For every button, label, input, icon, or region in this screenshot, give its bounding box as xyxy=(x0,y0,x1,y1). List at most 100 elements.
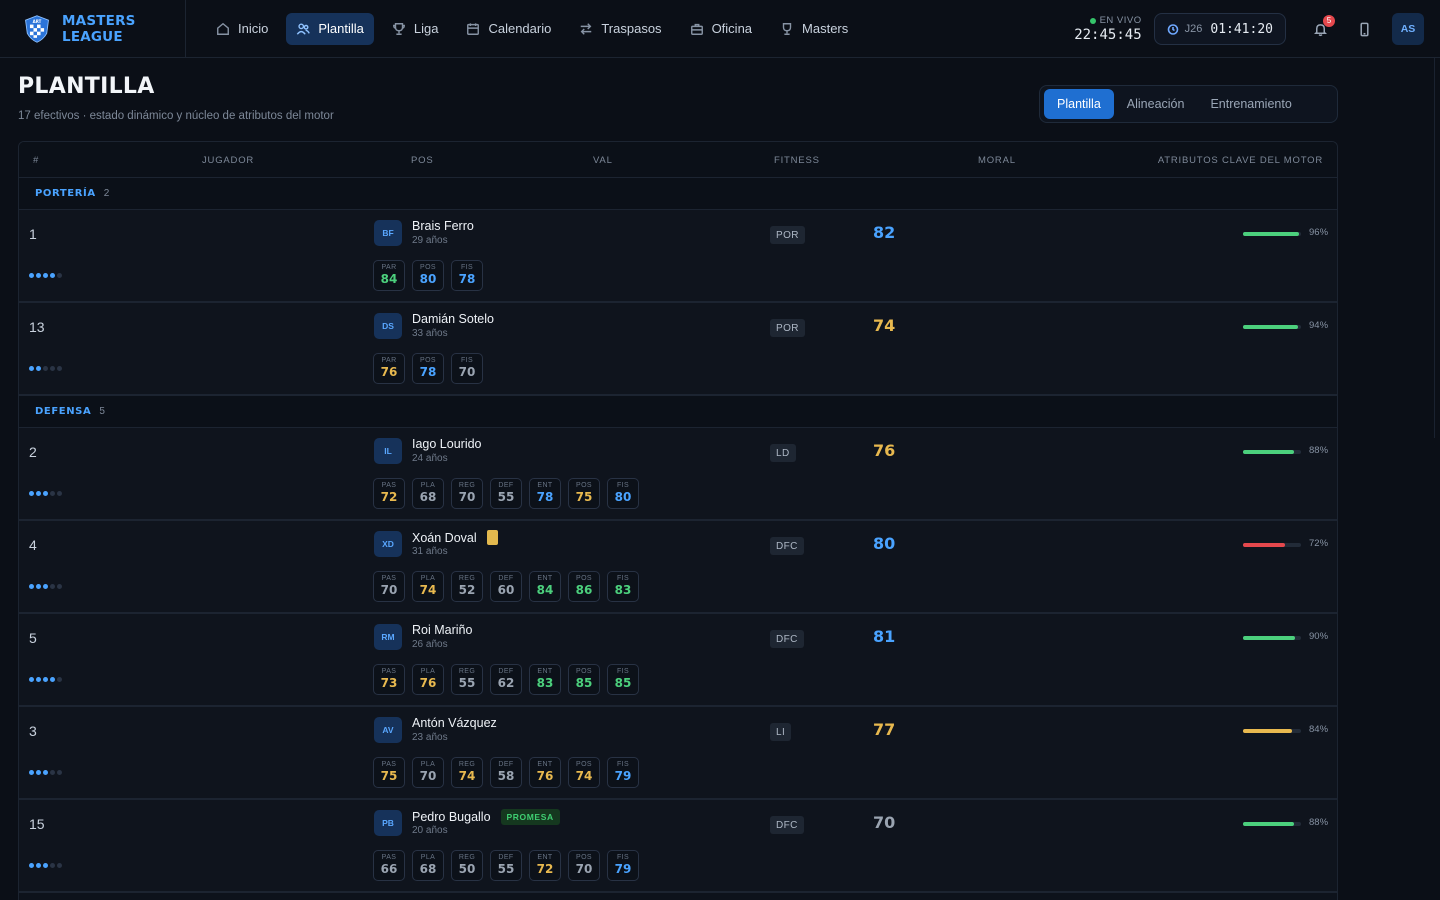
user-avatar[interactable]: AS xyxy=(1392,13,1424,45)
brand[interactable]: ART MASTERS LEAGUE xyxy=(0,0,186,58)
tab-entrenamiento[interactable]: Entrenamiento xyxy=(1197,89,1304,119)
nav-item-traspasos[interactable]: Traspasos xyxy=(569,13,671,45)
form-dot-icon xyxy=(43,770,48,775)
fitness-bar xyxy=(1243,729,1301,733)
attribute-value: 75 xyxy=(575,490,593,504)
nav-item-plantilla[interactable]: Plantilla xyxy=(286,12,374,45)
form-dot-icon xyxy=(57,677,62,682)
attribute-chip: POS 70 xyxy=(568,850,600,881)
nav-item-inicio[interactable]: Inicio xyxy=(206,13,278,45)
tab-alineacion[interactable]: Alineación xyxy=(1114,89,1198,119)
nav-item-liga[interactable]: Liga xyxy=(382,13,449,45)
col-header-fitness[interactable]: FITNESS xyxy=(774,155,820,166)
form-dot-icon xyxy=(29,770,34,775)
col-header-player[interactable]: JUGADOR xyxy=(202,155,254,166)
view-tabs: Plantilla Alineación Entrenamiento xyxy=(1039,85,1338,123)
player-name[interactable]: Brais Ferro xyxy=(412,219,474,233)
fitness-percent: 88% xyxy=(1309,445,1329,456)
position-badge: DFC xyxy=(770,630,804,648)
attribute-chips: PAR 76 POS 78 FIS 70 xyxy=(373,353,490,384)
attribute-value: 78 xyxy=(458,272,476,286)
player-name-text: Damián Sotelo xyxy=(412,312,494,326)
table-row[interactable]: 4 XD Xoán Doval 31 años PAS 70 PLA 74 REG 52 DEF 60… xyxy=(19,521,1337,614)
fitness-bar xyxy=(1243,636,1301,640)
attribute-value: 70 xyxy=(458,365,476,379)
fitness-percent: 72% xyxy=(1309,538,1329,549)
table-row[interactable]: 3 AV Antón Vázquez 23 años PAS 75 PLA 70 REG 74 DE… xyxy=(19,707,1337,800)
attribute-value: 85 xyxy=(614,676,632,690)
player-name-text: Xoán Doval xyxy=(412,530,477,545)
nav-item-masters[interactable]: Masters xyxy=(770,13,858,45)
table-row[interactable]: 15 PB Pedro Bugallo PROMESA 20 años PAS 66 PLA 6… xyxy=(19,800,1337,893)
position-badge: POR xyxy=(770,226,805,244)
player-name[interactable]: Xoán Doval xyxy=(412,530,498,545)
attribute-value: 72 xyxy=(536,862,554,876)
col-header-num[interactable]: # xyxy=(33,155,39,166)
player-name[interactable]: Iago Lourido xyxy=(412,437,482,451)
attribute-value: 78 xyxy=(536,490,554,504)
attribute-key: PAS xyxy=(381,854,397,861)
player-number: 15 xyxy=(29,816,45,832)
player-value: 70 xyxy=(873,813,896,832)
top-right-controls: EN VIVO 22:45:45 J26 01:41:20 5 AS xyxy=(1074,0,1440,58)
attribute-key: REG xyxy=(458,482,476,489)
live-clock: EN VIVO 22:45:45 xyxy=(1074,15,1141,43)
position-badge: LD xyxy=(770,444,796,462)
player-age: 23 años xyxy=(412,732,448,743)
attribute-chip: REG 70 xyxy=(451,478,483,509)
mobile-view-button[interactable] xyxy=(1348,13,1380,45)
attribute-key: REG xyxy=(458,761,476,768)
attribute-value: 70 xyxy=(575,862,593,876)
scrollbar-track[interactable] xyxy=(1434,58,1435,438)
attribute-key: ENT xyxy=(537,668,553,675)
attribute-value: 70 xyxy=(458,490,476,504)
table-row[interactable]: 1 BF Brais Ferro 29 años PAR 84 POS 80 FIS 78 POR 8… xyxy=(19,210,1337,303)
attribute-key: PAR xyxy=(381,357,397,364)
player-avatar: XD xyxy=(374,531,402,557)
form-dot-icon xyxy=(57,770,62,775)
brand-name: MASTERS LEAGUE xyxy=(62,12,136,45)
attribute-chip: POS 75 xyxy=(568,478,600,509)
player-name[interactable]: Antón Vázquez xyxy=(412,716,497,730)
player-name[interactable]: Pedro Bugallo PROMESA xyxy=(412,809,560,825)
form-dot-icon xyxy=(43,366,48,371)
table-row[interactable]: 5 RM Roi Mariño 26 años PAS 73 PLA 76 REG 55 DEF 62… xyxy=(19,614,1337,707)
player-avatar: AV xyxy=(374,717,402,743)
group-name: PORTERÍA xyxy=(35,188,96,199)
nav-item-label: Inicio xyxy=(238,21,269,36)
nav-item-label: Traspasos xyxy=(601,21,662,36)
position-badge: POR xyxy=(770,319,805,337)
fitness-bar xyxy=(1243,543,1301,547)
form-dot-icon xyxy=(36,366,41,371)
form-dot-icon xyxy=(43,584,48,589)
table-row[interactable]: 2 IL Iago Lourido 24 años PAS 72 PLA 68 REG 70 DEF… xyxy=(19,428,1337,521)
nav-item-calendario[interactable]: Calendario xyxy=(456,13,561,45)
form-dots xyxy=(29,584,64,589)
player-name[interactable]: Damián Sotelo xyxy=(412,312,494,326)
tab-plantilla[interactable]: Plantilla xyxy=(1044,89,1114,119)
attribute-key: FIS xyxy=(616,854,630,861)
nav-item-label: Masters xyxy=(802,21,849,36)
player-number: 1 xyxy=(29,226,37,242)
player-name[interactable]: Roi Mariño xyxy=(412,623,472,637)
attribute-value: 55 xyxy=(497,490,515,504)
col-header-val[interactable]: VAL xyxy=(593,155,613,166)
col-header-pos[interactable]: POS xyxy=(411,155,433,166)
attribute-value: 83 xyxy=(536,676,554,690)
matchday-countdown[interactable]: J26 01:41:20 xyxy=(1153,13,1286,45)
col-header-attrs[interactable]: ATRIBUTOS CLAVE DEL MOTOR xyxy=(1158,155,1323,166)
live-label: EN VIVO xyxy=(1099,15,1142,26)
table-row[interactable]: 13 DS Damián Sotelo 33 años PAR 76 POS 78 FIS 70 P… xyxy=(19,303,1337,396)
attribute-chip: DEF 62 xyxy=(490,664,522,695)
attribute-value: 83 xyxy=(614,583,632,597)
col-header-moral[interactable]: MORAL xyxy=(978,155,1016,166)
group-row: PORTERÍA 2 xyxy=(19,178,1337,210)
notifications-button[interactable]: 5 xyxy=(1304,13,1336,45)
player-age: 33 años xyxy=(412,328,448,339)
nav-item-oficina[interactable]: Oficina xyxy=(680,13,762,45)
attribute-key: POS xyxy=(576,761,592,768)
attribute-key: POS xyxy=(576,668,592,675)
table-body: PORTERÍA 2 1 BF Brais Ferro 29 años PAR 84 POS 80… xyxy=(19,178,1337,893)
top-bar: ART MASTERS LEAGUE Inicio Plantilla Liga… xyxy=(0,0,1440,58)
attribute-key: PLA xyxy=(420,482,436,489)
